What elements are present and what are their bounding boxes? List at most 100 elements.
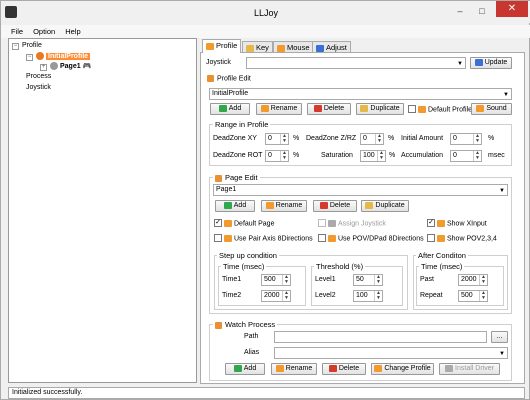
use-pov-checkbox[interactable] — [318, 234, 326, 242]
default-profile-checkbox[interactable] — [408, 105, 416, 113]
chevron-down-icon: ▼ — [457, 61, 463, 67]
axis-icon — [224, 235, 232, 242]
add-icon — [218, 104, 227, 112]
delete-icon — [319, 201, 328, 209]
path-input[interactable] — [274, 331, 487, 343]
initial-amount-label: Initial Amount — [401, 135, 444, 142]
profile-select[interactable]: InitialProfile ▼ — [209, 88, 512, 100]
profile-panel: Joystick ▼ Update Profile Edit InitialPr… — [200, 52, 525, 384]
update-button[interactable]: Update — [470, 57, 512, 69]
watch-add-button[interactable]: Add — [225, 363, 265, 375]
saturation-label: Saturation — [321, 152, 353, 159]
page-edit-title: Page Edit — [213, 173, 260, 182]
xinput-icon — [437, 220, 445, 227]
menu-option[interactable]: Option — [33, 25, 55, 38]
deadzone-rot-input[interactable]: 0 ▲ ▼ — [265, 150, 289, 162]
time2-input[interactable]: 2000 ▲ ▼ — [261, 290, 291, 302]
tree-item-process[interactable]: Process — [26, 73, 51, 80]
minimize-button[interactable]: – — [451, 5, 469, 17]
profile-add-button[interactable]: Add — [210, 103, 250, 115]
chevron-down-icon: ▼ — [503, 92, 509, 98]
profile-edit-title: Profile Edit — [207, 75, 251, 82]
pct-unit: % — [488, 135, 495, 142]
profile-icon — [36, 52, 44, 60]
use-pair-axis-checkbox[interactable] — [214, 234, 222, 242]
profile-duplicate-button[interactable]: Duplicate — [356, 103, 404, 115]
alias-select[interactable]: ▼ — [274, 347, 508, 359]
profile-tree: − Profile − InitialProfile + Page1 🎮 Process… — [8, 38, 197, 383]
change-profile-button[interactable]: Change Profile — [371, 363, 434, 375]
deadzone-zrz-input[interactable]: 0 ▲ ▼ — [360, 133, 384, 145]
profile-icon — [418, 106, 426, 113]
repeat-input[interactable]: 500 ▲ ▼ — [458, 290, 488, 302]
sound-button[interactable]: Sound — [471, 103, 512, 115]
tab-bar: Profile Key Mouse Adjust — [200, 39, 525, 53]
add-icon — [223, 201, 232, 209]
maximize-button[interactable]: □ — [473, 5, 491, 17]
page-add-button[interactable]: Add — [215, 200, 255, 212]
show-xinput-label: Show XInput — [437, 220, 487, 227]
joystick-icon — [328, 220, 336, 227]
level2-input[interactable]: 100 ▲ ▼ — [353, 290, 383, 302]
step-up-title: Step up condition — [217, 251, 279, 260]
close-button[interactable]: ✕ — [496, 1, 528, 17]
accumulation-input[interactable]: 0 ▲ ▼ — [450, 150, 482, 162]
page-delete-button[interactable]: Delete — [313, 200, 357, 212]
alias-label: Alias — [244, 349, 260, 356]
status-bar: Initialized successfully. — [8, 387, 525, 399]
expand-icon[interactable]: + — [40, 64, 47, 71]
default-profile-label: Default Profile — [418, 106, 472, 113]
joystick-select[interactable]: ▼ — [246, 57, 466, 69]
deadzone-xy-input[interactable]: 0 ▲ ▼ — [265, 133, 289, 145]
saturation-input[interactable]: 100 ▲ ▼ — [360, 150, 386, 162]
tree-item-initialprofile[interactable]: − InitialProfile — [26, 52, 91, 61]
watch-delete-button[interactable]: Delete — [322, 363, 366, 375]
install-driver-button[interactable]: Install Driver — [439, 363, 500, 375]
menu-file[interactable]: File — [11, 25, 23, 38]
msec-unit: msec — [488, 152, 505, 159]
page-select[interactable]: Page1 ▼ — [213, 184, 508, 196]
level1-input[interactable]: 50 ▲ ▼ — [353, 274, 383, 286]
threshold-title: Threshold (%) — [314, 262, 366, 271]
profile-delete-button[interactable]: Delete — [307, 103, 351, 115]
menu-help[interactable]: Help — [65, 25, 80, 38]
pov-icon — [328, 235, 336, 242]
tab-profile[interactable]: Profile — [202, 39, 242, 53]
profile-edit-icon — [207, 75, 214, 82]
time1-label: Time1 — [222, 276, 242, 283]
time2-label: Time2 — [222, 292, 242, 299]
tree-item-profile[interactable]: − Profile — [12, 42, 42, 50]
after-time-title: Time (msec) — [419, 262, 465, 271]
default-page-checkbox[interactable]: ✓ — [214, 219, 222, 227]
use-pair-axis-label: Use Pair Axis 8Directions — [224, 235, 313, 242]
accumulation-label: Accumulation — [401, 152, 444, 159]
past-input[interactable]: 2000 ▲ ▼ — [458, 274, 488, 286]
use-pov-label: Use POV/DPad 8Directions — [328, 235, 424, 242]
app-window: LLJoy – □ ✕ File Option Help − Profile − Ini… — [0, 0, 530, 400]
assign-joystick-checkbox[interactable] — [318, 219, 326, 227]
sound-icon — [476, 104, 485, 112]
key-icon — [246, 44, 254, 52]
page-icon — [50, 62, 58, 71]
browse-button[interactable]: ... — [491, 331, 508, 343]
collapse-icon[interactable]: − — [12, 43, 19, 50]
tree-item-page1[interactable]: + Page1 🎮 — [40, 62, 91, 71]
page-duplicate-button[interactable]: Duplicate — [361, 200, 409, 212]
pct-unit: % — [389, 152, 396, 159]
tree-item-joystick[interactable]: Joystick — [26, 84, 51, 91]
chevron-down-icon: ▼ — [499, 351, 505, 357]
past-label: Past — [420, 276, 435, 283]
profile-icon — [206, 42, 214, 50]
watch-icon — [215, 321, 222, 329]
page-rename-button[interactable]: Rename — [261, 200, 307, 212]
duplicate-icon — [360, 104, 369, 112]
show-xinput-checkbox[interactable]: ✓ — [427, 219, 435, 227]
show-pov-checkbox[interactable] — [427, 234, 435, 242]
time1-input[interactable]: 500 ▲ ▼ — [261, 274, 291, 286]
watch-rename-button[interactable]: Rename — [271, 363, 317, 375]
watch-process-title: Watch Process — [213, 320, 278, 329]
repeat-label: Repeat — [420, 292, 443, 299]
profile-rename-button[interactable]: Rename — [256, 103, 302, 115]
collapse-icon[interactable]: − — [26, 53, 33, 61]
initial-amount-input[interactable]: 0 ▲ ▼ — [450, 133, 482, 145]
